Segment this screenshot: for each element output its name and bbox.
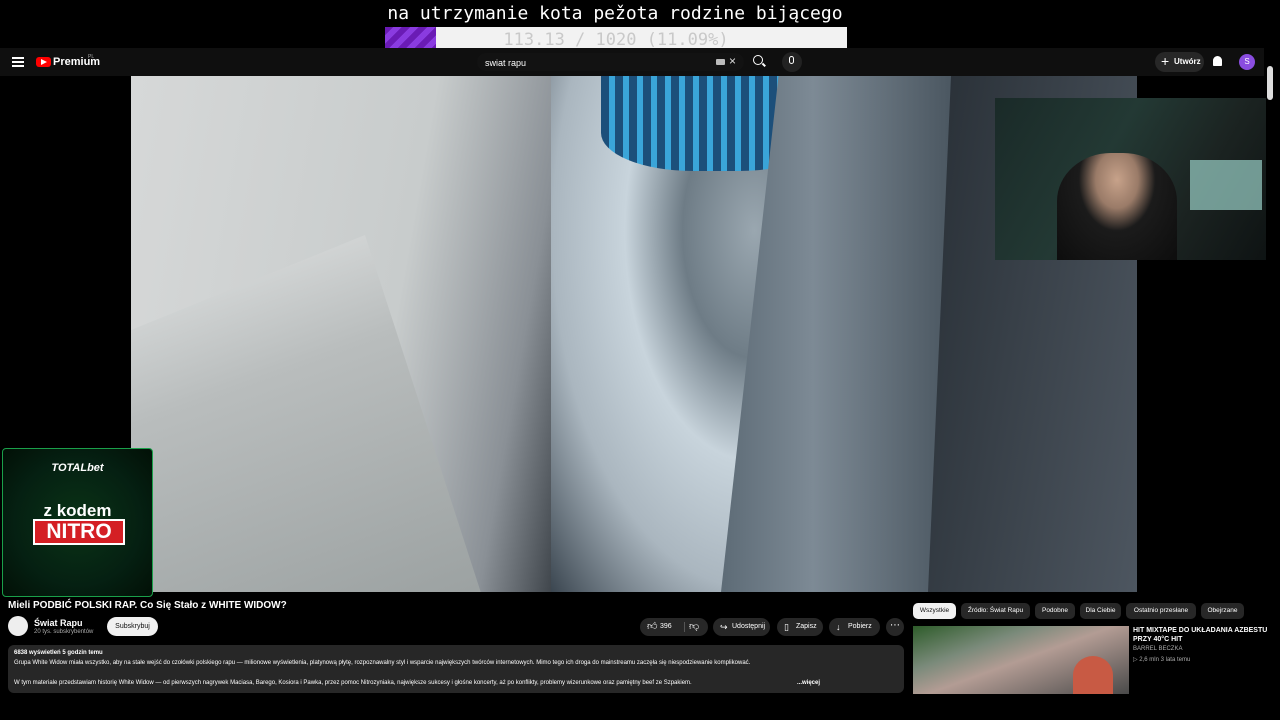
description-more-link[interactable]: ...więcej	[797, 680, 820, 686]
sponsor-banner: TOTALbet z kodem NITRO	[2, 448, 153, 597]
video-player[interactable]	[131, 76, 1137, 592]
clear-search-icon[interactable]: ×	[729, 54, 736, 68]
video-frame-road	[131, 235, 482, 592]
sponsor-code: NITRO	[33, 519, 125, 545]
chip-source[interactable]: Źródło: Świat Rapu	[961, 603, 1030, 619]
chip-all[interactable]: Wszystkie	[913, 603, 956, 619]
notifications-bell-icon[interactable]	[1213, 56, 1222, 66]
recommended-thumbnail-person	[1073, 656, 1113, 694]
youtube-logo-icon[interactable]	[36, 57, 51, 67]
search-box: ×	[477, 53, 744, 72]
page-scrollbar[interactable]	[1267, 66, 1273, 100]
sponsor-logo: TOTALbet	[51, 462, 104, 474]
microphone-icon	[789, 56, 794, 64]
region-label: PL	[88, 54, 95, 60]
streamer-webcam	[995, 98, 1266, 260]
subscriber-count: 20 tys. subskrybentów	[34, 629, 94, 635]
recommended-thumbnail[interactable]	[913, 626, 1129, 694]
description-box[interactable]: 6838 wyświetleń 5 godzin temu Grupa Whit…	[8, 645, 904, 693]
like-divider	[684, 622, 685, 632]
save-button[interactable]: ▯ Zapisz	[777, 618, 823, 636]
download-button[interactable]: ↓ Pobierz	[829, 618, 880, 636]
channel-avatar[interactable]	[8, 616, 28, 636]
chip-similar[interactable]: Podobne	[1035, 603, 1075, 619]
menu-icon[interactable]	[12, 57, 24, 67]
sponsor-code-text: z kodem	[43, 501, 112, 520]
youtube-topbar: Premium PL × + Utwórz S	[0, 48, 1264, 76]
download-label: Pobierz	[848, 623, 872, 630]
create-button[interactable]: + Utwórz	[1155, 52, 1204, 72]
channel-name[interactable]: Świat Rapu	[34, 618, 83, 628]
recommended-meta: ▷ 2,6 mln 3 lata temu	[1133, 657, 1191, 663]
keyboard-icon[interactable]	[716, 59, 725, 65]
create-label: Utwórz	[1174, 57, 1201, 66]
video-title: Mieli PODBIĆ POLSKI RAP. Co Się Stało z …	[8, 600, 287, 611]
share-icon: ↪	[720, 622, 728, 632]
goal-title: na utrzymanie kota pežota rodzine bijące…	[387, 3, 843, 24]
voice-search-button[interactable]	[782, 52, 802, 72]
account-avatar[interactable]: S	[1239, 54, 1255, 70]
share-label: Udostępnij	[732, 623, 766, 630]
recommended-title[interactable]: HIT MIXTAPE DO UKŁADANIA AZBESTU PRZY 40…	[1133, 626, 1268, 644]
chip-watched[interactable]: Obejrzane	[1201, 603, 1244, 619]
description-text: Grupa White Widow miała wszystko, aby na…	[14, 660, 751, 666]
save-label: Zapisz	[796, 623, 817, 630]
recommended-channel[interactable]: BARREL BECZKA	[1133, 646, 1182, 652]
share-button[interactable]: ↪ Udostępnij	[713, 618, 770, 636]
description-text: W tym materiale przedstawiam historię Wh…	[14, 680, 692, 686]
chip-recently-uploaded[interactable]: Ostatnio przesłane	[1126, 603, 1196, 619]
webcam-streamer	[1057, 153, 1177, 260]
chip-for-you[interactable]: Dla Ciebie	[1080, 603, 1121, 619]
search-icon	[753, 55, 763, 65]
webcam-monitor	[1190, 160, 1262, 210]
like-count[interactable]: 396	[660, 618, 672, 636]
description-stats: 6838 wyświetleń 5 godzin temu	[14, 650, 103, 656]
goal-progress-text: 113.13 / 1020 (11.09%)	[503, 30, 729, 50]
bookmark-icon: ▯	[784, 622, 789, 632]
like-dislike-group: 👍︎ 396 👎︎	[640, 618, 708, 636]
more-actions-icon[interactable]: ⋯	[886, 618, 904, 636]
download-icon: ↓	[836, 622, 841, 632]
search-input[interactable]	[483, 54, 707, 72]
search-button[interactable]	[750, 53, 768, 71]
thumbs-down-icon[interactable]: 👎︎	[689, 618, 699, 636]
subscribe-button[interactable]: Subskrybuj	[107, 617, 158, 636]
plus-icon: +	[1161, 53, 1170, 69]
thumbs-up-icon[interactable]: 👍︎	[647, 618, 657, 636]
